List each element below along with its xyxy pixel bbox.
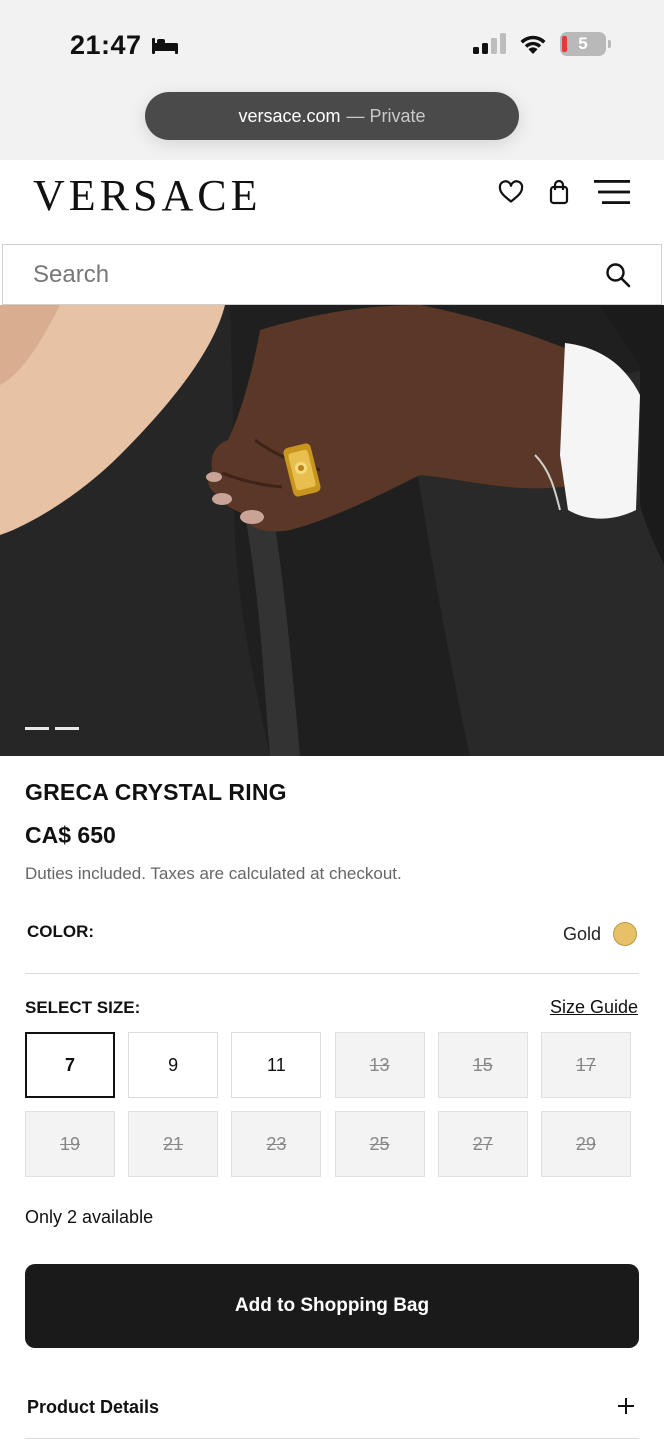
color-value: Gold	[562, 924, 601, 944]
site-header: VERSACE	[0, 160, 664, 244]
menu-button[interactable]	[594, 178, 630, 206]
heart-icon	[498, 180, 524, 203]
battery-level: 5	[578, 34, 588, 53]
plus-icon	[618, 1398, 634, 1414]
private-mode-label: — Private	[346, 105, 426, 126]
cellular-signal-icon	[473, 33, 506, 54]
status-indicators: 5	[472, 32, 611, 56]
search-input[interactable]	[33, 260, 605, 289]
divider	[25, 1438, 639, 1439]
add-to-bag-button[interactable]: Add to Shopping Bag	[25, 1264, 639, 1348]
size-option-13[interactable]: 13	[334, 1032, 425, 1098]
battery-indicator: 5	[560, 32, 611, 56]
size-label: SELECT SIZE:	[25, 998, 141, 1017]
header-actions	[498, 178, 630, 206]
product-price: CA$ 650	[25, 822, 116, 848]
wishlist-button[interactable]	[498, 180, 524, 204]
menu-icon	[594, 180, 630, 204]
size-option-23[interactable]: 23	[231, 1111, 322, 1177]
status-time: 21:47	[70, 30, 180, 61]
color-selector: COLOR: Gold	[27, 922, 639, 948]
search-icon[interactable]	[605, 262, 631, 288]
bed-icon	[151, 37, 178, 54]
product-details-accordion[interactable]: Product Details	[27, 1395, 639, 1423]
size-option-21[interactable]: 21	[128, 1111, 219, 1177]
size-guide-link[interactable]: Size Guide	[550, 997, 638, 1018]
carousel-dot[interactable]	[55, 727, 79, 730]
clock-time: 21:47	[70, 30, 142, 60]
shopping-bag-icon	[549, 179, 569, 205]
size-option-11[interactable]: 11	[231, 1032, 322, 1098]
shopping-bag-button[interactable]	[548, 179, 570, 205]
color-label: COLOR:	[27, 922, 95, 941]
carousel-indicators	[25, 727, 79, 730]
product-details-label: Product Details	[27, 1397, 160, 1417]
size-option-25[interactable]: 25	[334, 1111, 425, 1177]
duties-note: Duties included. Taxes are calculated at…	[25, 864, 402, 883]
product-photo	[0, 305, 664, 756]
status-bar: 21:47 5 versace.com — Private	[0, 0, 664, 160]
size-option-9[interactable]: 9	[128, 1032, 219, 1098]
size-option-29[interactable]: 29	[540, 1111, 631, 1177]
size-option-15[interactable]: 15	[437, 1032, 528, 1098]
carousel-dot-active[interactable]	[25, 727, 49, 730]
product-image-carousel[interactable]	[0, 305, 664, 756]
size-option-19[interactable]: 19	[25, 1111, 115, 1177]
divider	[25, 973, 639, 974]
size-option-27[interactable]: 27	[437, 1111, 528, 1177]
size-grid: 7 9 11 13 15 17 19 21 23 25 27 29	[25, 1032, 639, 1177]
wifi-icon	[520, 35, 546, 54]
color-swatch-gold[interactable]	[613, 922, 637, 946]
size-option-7[interactable]: 7	[25, 1032, 115, 1098]
availability-note: Only 2 available	[25, 1207, 154, 1227]
product-title: GRECA CRYSTAL RING	[25, 779, 287, 805]
size-option-17[interactable]: 17	[540, 1032, 631, 1098]
search-bar	[2, 244, 662, 305]
browser-url-bar[interactable]: versace.com — Private	[145, 92, 519, 140]
brand-logo[interactable]: VERSACE	[33, 170, 261, 221]
url-domain: versace.com	[238, 105, 341, 126]
